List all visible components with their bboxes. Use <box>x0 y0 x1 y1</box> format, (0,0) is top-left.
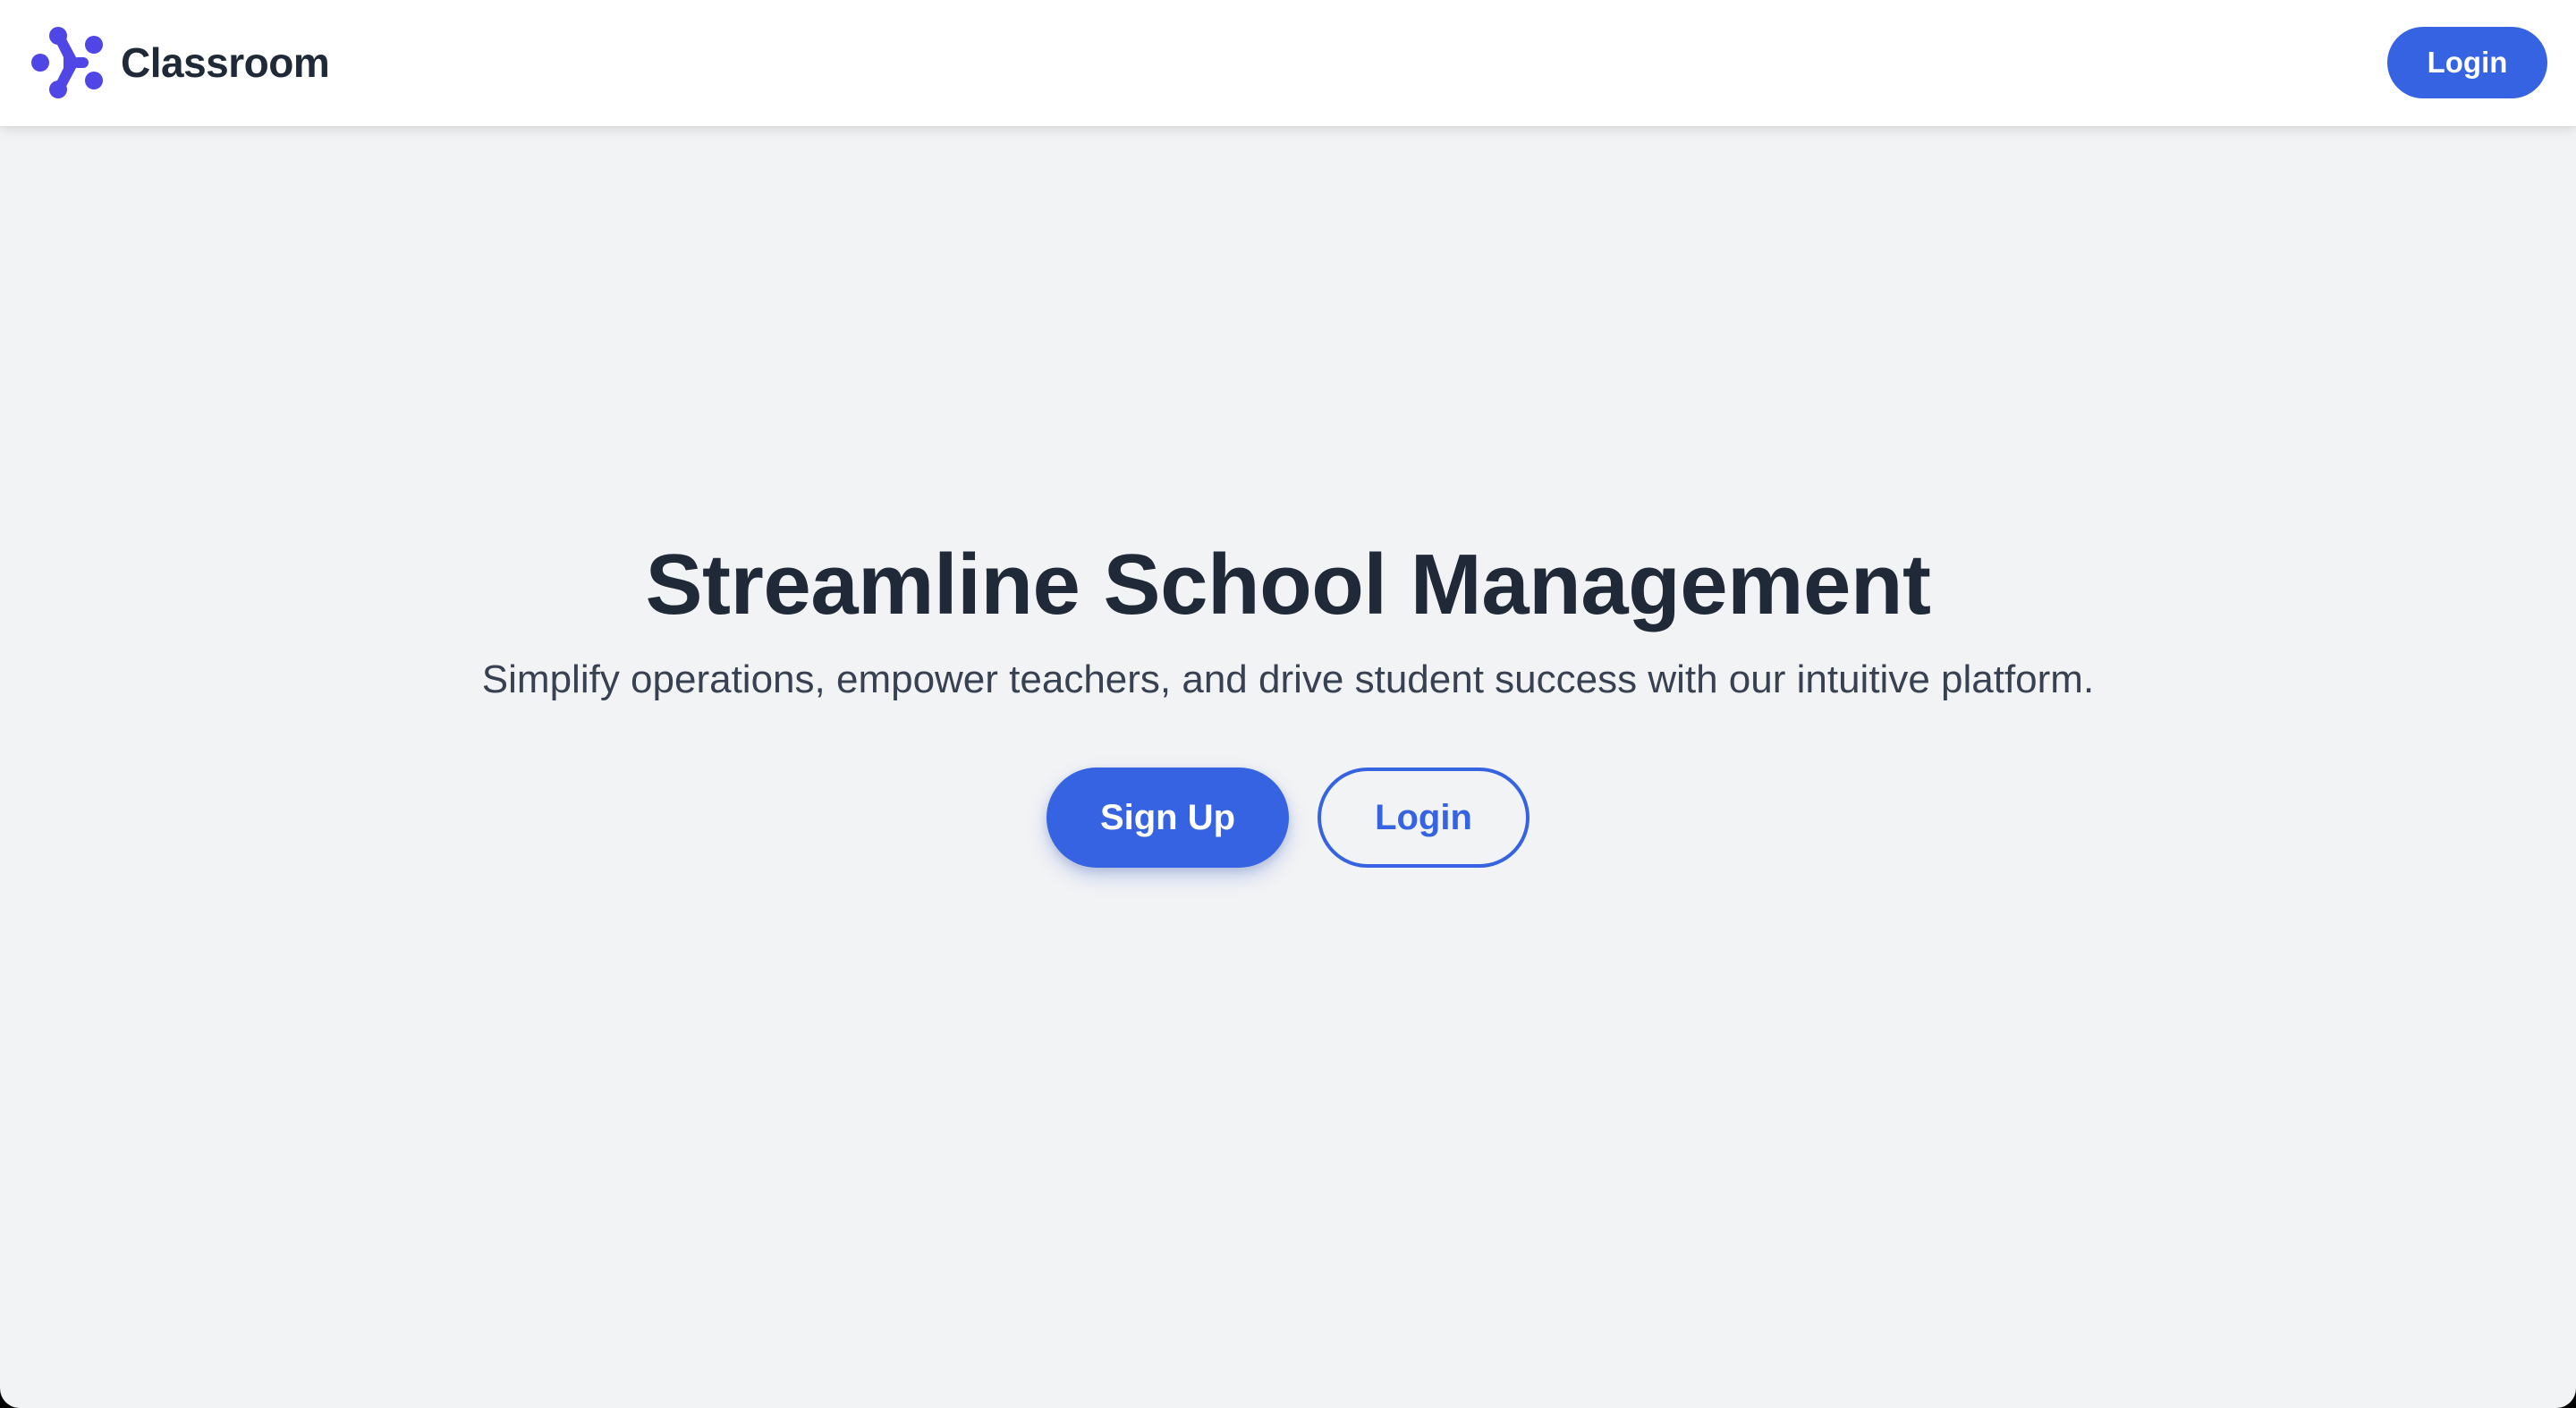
brand-name: Classroom <box>121 39 330 86</box>
cta-buttons: Sign Up Login <box>0 768 2576 868</box>
sign-up-button[interactable]: Sign Up <box>1046 768 1289 868</box>
hero-subtitle: Simplify operations, empower teachers, a… <box>481 657 2095 701</box>
hero-section: Streamline School Management Simplify op… <box>0 126 2576 1408</box>
app-window: Classroom Login Streamline School Manage… <box>0 0 2576 1408</box>
hero-title: Streamline School Management <box>645 537 1931 632</box>
hero-login-button[interactable]: Login <box>1318 768 1530 868</box>
nav-login-button[interactable]: Login <box>2387 27 2547 98</box>
logo-icon <box>31 27 103 98</box>
brand[interactable]: Classroom <box>30 27 330 98</box>
top-navbar: Classroom Login <box>0 0 2576 126</box>
